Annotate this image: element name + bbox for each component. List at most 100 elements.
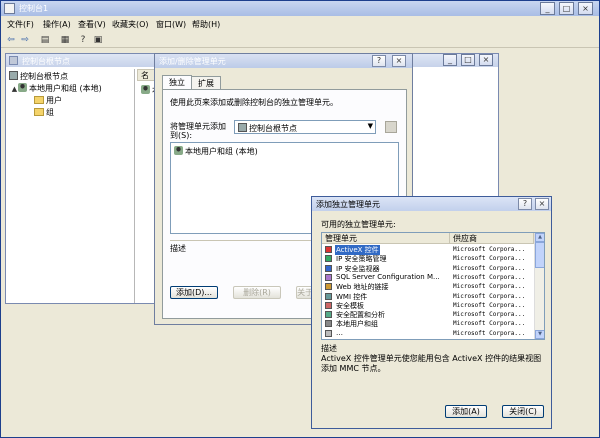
scroll-thumb[interactable] — [535, 242, 544, 268]
tree-root[interactable]: 控制台根节点 — [9, 71, 68, 82]
tree-item-groups-label: 组 — [46, 108, 54, 117]
list-item[interactable]: WMI 控件 Microsoft Corpora... — [322, 292, 534, 301]
list-item[interactable]: 安全配置和分析 Microsoft Corpora... — [322, 310, 534, 319]
snapin-vendor: Microsoft Corpora... — [453, 301, 526, 309]
snapin-icon — [325, 311, 332, 319]
instruction-text: 使用此页来添加或删除控制台的独立管理单元。 — [170, 98, 338, 107]
tree-item-users-label: 用户 — [46, 96, 62, 105]
snapin-icon — [325, 320, 332, 328]
list-item[interactable]: ActiveX 控件 Microsoft Corpora... — [322, 245, 534, 255]
back-arrow-icon[interactable]: ⇦ — [5, 34, 17, 46]
available-label: 可用的独立管理单元: — [321, 220, 396, 229]
menu-favorites[interactable]: 收藏夹(O) — [112, 19, 149, 30]
child-close-button[interactable]: × — [479, 54, 493, 66]
dialog-titlebar[interactable]: 添加独立管理单元 ? × — [312, 197, 551, 211]
snapin-icon — [325, 329, 332, 337]
add-snapin-button[interactable]: 添加(D)... — [170, 286, 218, 299]
minimize-button[interactable]: _ — [540, 2, 555, 15]
snapin-icon — [325, 283, 332, 291]
add-button[interactable]: 添加(A) — [445, 405, 487, 418]
snapin-vendor: Microsoft Corpora... — [453, 311, 526, 319]
users-groups-icon — [141, 85, 150, 94]
addto-value: 控制台根节点 — [249, 124, 297, 133]
maximize-button[interactable]: □ — [559, 2, 574, 15]
console-root-icon — [9, 56, 18, 65]
description-area: 描述 ActiveX 控件管理单元使您能用包含 ActiveX 控件的结果视图添… — [321, 344, 545, 400]
close-button[interactable]: × — [535, 198, 549, 210]
snapin-vendor: Microsoft Corpora... — [453, 329, 526, 337]
close-dialog-button[interactable]: 关闭(C) — [502, 405, 544, 418]
add-standalone-snapin-dialog: 添加独立管理单元 ? × 可用的独立管理单元: 管理单元 供应商 ActiveX… — [311, 196, 552, 429]
addto-combo[interactable]: 控制台根节点 ▼ — [234, 120, 376, 134]
dialog-title: 添加/删除管理单元 — [159, 57, 226, 66]
snapin-vendor: Microsoft Corpora... — [453, 255, 526, 263]
users-groups-icon — [174, 146, 183, 155]
child-minimize-button[interactable]: _ — [443, 54, 457, 66]
browse-folder-icon[interactable] — [385, 121, 397, 133]
tab-extensions[interactable]: 扩展 — [191, 76, 221, 89]
snapin-icon — [325, 301, 332, 309]
mmc-titlebar[interactable]: 控制台1 _ □ × — [1, 1, 599, 16]
list-item[interactable]: Web 地址的链接 Microsoft Corpora... — [322, 282, 534, 291]
snapin-vendor: Microsoft Corpora... — [453, 292, 526, 300]
available-snapins-list[interactable]: 管理单元 供应商 ActiveX 控件 Microsoft Corpora... I… — [321, 232, 545, 340]
menu-action[interactable]: 操作(A) — [43, 19, 71, 30]
tree-node-label: 本地用户和组 (本地) — [29, 84, 102, 93]
console-icon — [4, 3, 15, 14]
scroll-down-icon[interactable]: ▼ — [535, 330, 544, 339]
list-item[interactable]: IP 安全监视器 Microsoft Corpora... — [322, 264, 534, 273]
menu-file[interactable]: 文件(F) — [7, 19, 34, 30]
menu-help[interactable]: 帮助(H) — [192, 19, 220, 30]
vertical-scrollbar[interactable]: ▲ ▼ — [534, 233, 544, 339]
tree-root-label: 控制台根节点 — [20, 72, 68, 81]
show-tree-icon[interactable]: ▤ — [39, 34, 51, 46]
forward-arrow-icon[interactable]: ⇨ — [19, 34, 31, 46]
snapin-vendor: Microsoft Corpora... — [453, 273, 526, 281]
dialog-titlebar[interactable]: 添加/删除管理单元 ? × — [155, 54, 412, 68]
close-button[interactable]: × — [578, 2, 593, 15]
folder-icon — [34, 96, 44, 104]
console-root-node-icon — [238, 123, 247, 132]
snapin-icon — [325, 292, 332, 300]
help-button[interactable]: ? — [372, 55, 386, 67]
snapin-vendor: Microsoft Corpora... — [453, 246, 526, 253]
snapin-icon — [325, 246, 332, 253]
description-text: ActiveX 控件管理单元使您能用包含 ActiveX 控件的结果视图添加 M… — [321, 354, 542, 373]
child-maximize-button[interactable]: □ — [461, 54, 475, 66]
snapin-vendor: Microsoft Corpora... — [453, 264, 526, 272]
column-header-vendor[interactable]: 供应商 — [450, 233, 534, 244]
snapin-item-label: 本地用户和组 (本地) — [185, 147, 258, 156]
list-item[interactable]: 本地用户和组 Microsoft Corpora... — [322, 319, 534, 328]
snapin-vendor: Microsoft Corpora... — [453, 283, 526, 291]
list-item[interactable]: IP 安全策略管理 Microsoft Corpora... — [322, 254, 534, 263]
tree-item-groups[interactable]: 组 — [34, 107, 54, 118]
column-header-snapin[interactable]: 管理单元 — [322, 233, 450, 244]
addto-label-2: 到(S): — [170, 131, 193, 140]
toolbar: ⇦ ⇨ ▤ ▦ ? ▣ — [1, 32, 599, 48]
collapse-icon[interactable]: ▲ — [11, 85, 18, 93]
scroll-up-icon[interactable]: ▲ — [535, 233, 544, 242]
list-item[interactable]: … Microsoft Corpora... — [322, 329, 534, 338]
dialog-title: 添加独立管理单元 — [316, 200, 380, 209]
list-item[interactable]: SQL Server Configuration M... Microsoft C… — [322, 273, 534, 282]
remove-button[interactable]: 删除(R) — [233, 286, 281, 299]
list-item[interactable]: 本地用户和组 (本地) — [174, 146, 258, 157]
help-button[interactable]: ? — [518, 198, 532, 210]
description-label: 描述 — [321, 344, 337, 353]
properties-icon[interactable]: ▦ — [59, 34, 71, 46]
menu-view[interactable]: 查看(V) — [78, 19, 106, 30]
list-item[interactable]: 安全模板 Microsoft Corpora... — [322, 301, 534, 310]
tree-node-local-users[interactable]: ▲ 本地用户和组 (本地) — [11, 83, 102, 94]
show-hide-console-icon[interactable]: ▣ — [92, 34, 104, 46]
tab-standalone[interactable]: 独立 — [162, 75, 192, 89]
snapin-icon — [325, 264, 332, 272]
menu-window[interactable]: 窗口(W) — [156, 19, 186, 30]
console-root-node-icon — [9, 71, 18, 80]
help-icon[interactable]: ? — [77, 34, 89, 46]
close-button[interactable]: × — [392, 55, 406, 67]
snapin-name: … — [336, 328, 343, 337]
snapin-vendor: Microsoft Corpora... — [453, 320, 526, 328]
tree-item-users[interactable]: 用户 — [34, 95, 62, 106]
snapin-icon — [325, 273, 332, 281]
chevron-down-icon[interactable]: ▼ — [368, 122, 373, 130]
